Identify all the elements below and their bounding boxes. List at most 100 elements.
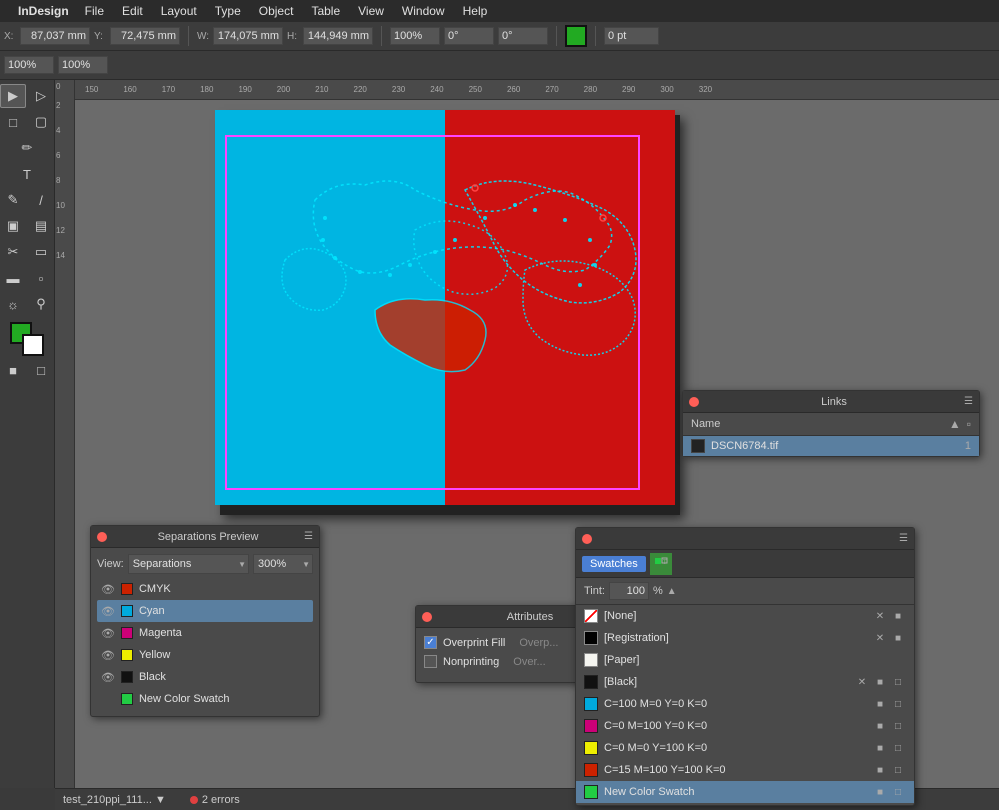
pan-tool[interactable]: ☼ [0,292,26,316]
transform-tool[interactable]: ▢ [28,110,54,134]
eye-icon-magenta[interactable]: 👁 [101,627,115,640]
gradient-tool[interactable]: ▬ [0,266,26,290]
swatch-red-cmyk-icon[interactable]: ■ [872,762,888,778]
swatch-cyan-add-icon[interactable]: □ [890,696,906,712]
swatch-dark-blue[interactable]: C=100 M=90 Y=10 K=0 ■ □ [576,803,914,805]
eye-icon-yellow[interactable]: 👁 [101,649,115,662]
pen-tool[interactable]: ✏ [14,136,40,160]
normal-view[interactable]: ■ [0,358,26,382]
pct1-input[interactable] [390,27,440,45]
swatch-reg-add-icon[interactable]: ■ [890,630,906,646]
x-input[interactable] [20,27,90,45]
tab-swatches[interactable]: Swatches [582,556,646,572]
type-tool[interactable]: T [14,162,40,186]
links-row-1[interactable]: DSCN6784.tif 1 [683,436,979,456]
gap-tool[interactable]: □ [0,110,26,134]
swatch-magenta[interactable]: C=0 M=100 Y=0 K=0 ■ □ [576,715,914,737]
menu-view[interactable]: View [350,2,392,20]
swatch-none-add-icon[interactable]: ■ [890,608,906,624]
tint-up-arrow[interactable]: ▲ [667,586,677,597]
swatch-magenta-cmyk-icon[interactable]: ■ [872,718,888,734]
nonprinting-checkbox[interactable] [424,655,437,668]
sep-item-cyan[interactable]: 👁 Cyan [97,600,313,622]
sep-pct-select[interactable]: 300% 200% 100% [253,554,313,574]
links-add-btn[interactable]: ▫ [967,417,971,431]
sep-menu-btn[interactable]: ☰ [304,531,313,542]
sep-pct-wrapper[interactable]: 300% 200% 100% ▼ [253,554,313,574]
swatch-none-del-icon[interactable]: ✕ [872,608,888,624]
eye-icon-black[interactable]: 👁 [101,671,115,684]
overprint-fill-checkbox[interactable]: ✓ [424,636,437,649]
rect-tool[interactable]: ▣ [0,214,26,238]
swatches-close-btn[interactable] [582,534,592,544]
links-close-btn[interactable] [689,397,699,407]
direct-select-tool[interactable]: ▷ [28,84,54,108]
preview-view[interactable]: □ [28,358,54,382]
eye-icon-cyan[interactable]: 👁 [101,605,115,618]
stroke-input[interactable] [604,27,659,45]
swatches-menu-btn[interactable]: ☰ [899,533,908,544]
color-picker-tool[interactable]: ▫ [28,266,54,290]
fill-stroke-selector[interactable] [10,322,44,356]
swatch-none[interactable]: [None] ✕ ■ [576,605,914,627]
menu-window[interactable]: Window [394,2,453,20]
w-input[interactable] [213,27,283,45]
pct2-input[interactable] [4,56,54,74]
menu-file[interactable]: File [77,2,112,20]
swatch-yellow-add-icon[interactable]: □ [890,740,906,756]
swatch-reg-del-icon[interactable]: ✕ [872,630,888,646]
links-sort-asc-btn[interactable]: ▲ [949,417,961,431]
menu-layout[interactable]: Layout [153,2,205,20]
zoom-tool[interactable]: ⚲ [28,292,54,316]
sep-item-new-color[interactable]: 👁 New Color Swatch [97,688,313,710]
swatch-black-add-icon[interactable]: □ [890,674,906,690]
status-errors[interactable]: 2 errors [190,794,240,806]
swatch-registration[interactable]: [Registration] ✕ ■ [576,627,914,649]
swatch-red-add-icon[interactable]: □ [890,762,906,778]
stroke-box[interactable] [22,334,44,356]
swatch-cyan[interactable]: C=100 M=0 Y=0 K=0 ■ □ [576,693,914,715]
swatch-magenta-add-icon[interactable]: □ [890,718,906,734]
status-page[interactable]: test_210ppi_111... ▼ [63,794,166,806]
sep-close-btn[interactable] [97,532,107,542]
scissors-tool[interactable]: ✂ [0,240,26,264]
swatch-new-color-add-icon[interactable]: □ [890,784,906,800]
tint-input[interactable] [609,582,649,600]
swatch-yellow[interactable]: C=0 M=0 Y=100 K=0 ■ □ [576,737,914,759]
attr-close-btn[interactable] [422,612,432,622]
swatch-black-del-icon[interactable]: ✕ [854,674,870,690]
sep-item-magenta[interactable]: 👁 Magenta [97,622,313,644]
sep-item-cmyk[interactable]: 👁 CMYK [97,578,313,600]
menu-help[interactable]: Help [455,2,496,20]
swatch-red[interactable]: C=15 M=100 Y=100 K=0 ■ □ [576,759,914,781]
sep-view-select[interactable]: Separations Ink Limit [128,554,249,574]
menu-edit[interactable]: Edit [114,2,151,20]
eye-icon-cmyk[interactable]: 👁 [101,583,115,596]
frame-tool[interactable]: ▤ [28,214,54,238]
pencil-tool[interactable]: ✎ [0,188,26,212]
links-menu-btn[interactable]: ☰ [964,396,973,407]
fill-color-tool[interactable] [565,25,587,47]
selection-tool[interactable]: ▶ [0,84,26,108]
angle1-input[interactable] [444,27,494,45]
swatch-new-color[interactable]: New Color Swatch ■ □ [576,781,914,803]
swatch-black[interactable]: [Black] ✕ ■ □ [576,671,914,693]
sep-item-yellow[interactable]: 👁 Yellow [97,644,313,666]
swatch-new-color-cmyk-icon[interactable]: ■ [872,784,888,800]
sep-view-select-wrapper[interactable]: Separations Ink Limit ▼ [128,554,249,574]
swatch-yellow-cmyk-icon[interactable]: ■ [872,740,888,756]
y-input[interactable] [110,27,180,45]
line-tool[interactable]: / [28,188,54,212]
swatch-paper[interactable]: [Paper] [576,649,914,671]
h-input[interactable] [303,27,373,45]
menu-type[interactable]: Type [207,2,249,20]
angle2-input[interactable] [498,27,548,45]
menu-table[interactable]: Table [303,2,348,20]
menu-object[interactable]: Object [251,2,302,20]
pct3-input[interactable] [58,56,108,74]
tab-color-wheel-icon[interactable]: T [650,553,672,575]
free-transform-tool[interactable]: ▭ [28,240,54,264]
sep-item-black[interactable]: 👁 Black [97,666,313,688]
swatch-black-cmyk-icon[interactable]: ■ [872,674,888,690]
swatch-cyan-cmyk-icon[interactable]: ■ [872,696,888,712]
